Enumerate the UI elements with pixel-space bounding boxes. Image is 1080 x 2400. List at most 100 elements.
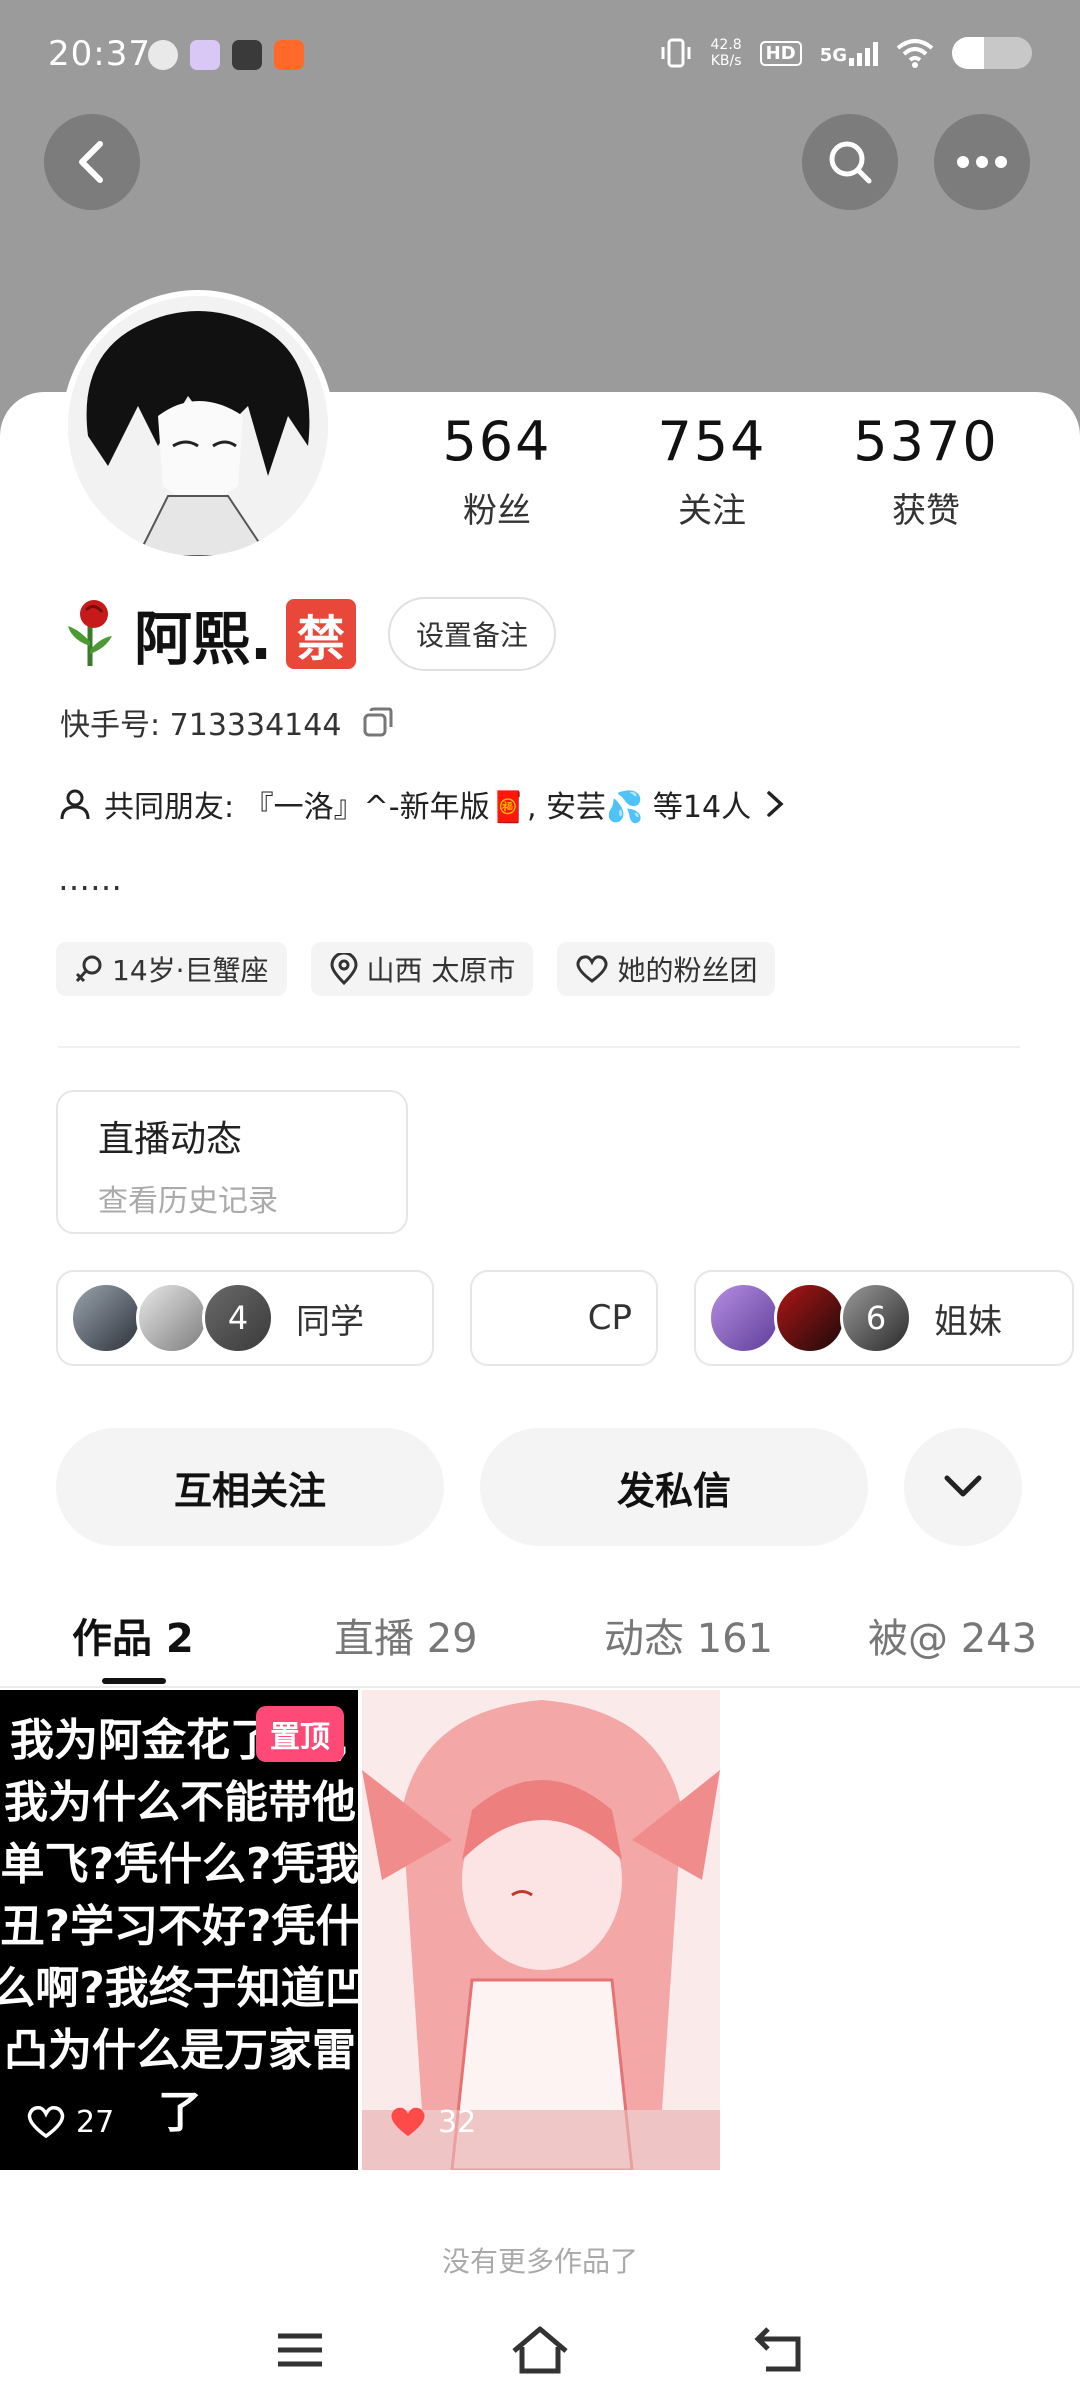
tag-fan-club-text: 她的粉丝团 [617, 954, 758, 987]
nav-back-button[interactable] [744, 2314, 816, 2386]
location-pin-icon [330, 953, 358, 985]
net-speed: 42.8 KB/s [710, 37, 742, 69]
tab-moments[interactable]: 动态 161 [604, 1606, 773, 1664]
vibrate-icon [661, 38, 690, 68]
tag-location: 山西 太原市 [310, 942, 534, 996]
work-item[interactable]: 我为阿金花了 元,我为什么不能带他单飞?凭什么?凭我丑?学习不好?凭什么啊?我终… [0, 1690, 358, 2170]
group-count: 6 [865, 1299, 887, 1337]
live-card-subtitle: 查看历史记录 [98, 1184, 278, 1219]
stat-followers[interactable]: 564 粉丝 [407, 410, 587, 532]
username: 阿熙. [134, 605, 273, 673]
app-purple-icon [190, 40, 220, 70]
work-likes: 32 [388, 2104, 476, 2140]
group-count: 4 [227, 1299, 249, 1337]
work-thumbnail [362, 1690, 720, 2170]
tab-works[interactable]: 作品 2 [72, 1606, 194, 1664]
chevron-down-icon [944, 1475, 982, 1497]
set-remark-button[interactable]: 设置备注 [388, 597, 557, 671]
content-tabs: 作品 2 直播 29 动态 161 被@ 243 [0, 1596, 1080, 1688]
group-avatar: 4 [202, 1282, 274, 1354]
tab-mentions[interactable]: 被@ 243 [868, 1606, 1037, 1664]
search-button[interactable] [802, 114, 898, 210]
rose-icon [68, 600, 112, 666]
mutual-follow-button[interactable]: 互相关注 [56, 1428, 444, 1546]
chevron-right-icon [767, 791, 784, 817]
no-more-works: 没有更多作品了 [441, 2245, 638, 2278]
stat-label: 获赞 [892, 491, 960, 531]
back-arrow-icon [754, 2327, 801, 2372]
stat-following[interactable]: 754 关注 [622, 410, 802, 532]
nav-menu-button[interactable] [264, 2314, 336, 2386]
heart-icon [576, 955, 608, 983]
tag-age-text: 14岁·巨蟹座 [112, 954, 269, 987]
stat-value: 564 [442, 410, 552, 473]
status-right: 42.8 KB/s HD 5G [659, 36, 1032, 70]
like-count: 27 [76, 2104, 115, 2140]
tag-location-text: 山西 太原市 [366, 954, 516, 987]
signal-bars-icon [849, 40, 878, 66]
app-cartoon-icon [232, 40, 262, 70]
tab-live[interactable]: 直播 29 [334, 1606, 478, 1664]
expand-button[interactable] [904, 1428, 1022, 1546]
avatar[interactable] [62, 290, 334, 562]
group-label: 姐妹 [934, 1301, 1002, 1342]
tag-age: 14岁·巨蟹座 [56, 942, 287, 996]
pinned-badge: 置顶 [256, 1706, 344, 1762]
group-label: CP [587, 1298, 632, 1338]
group-avatar [708, 1282, 780, 1354]
person-icon [60, 789, 90, 820]
copy-icon[interactable] [361, 705, 395, 739]
heart-outline-icon [27, 2105, 65, 2139]
work-likes: 27 [26, 2104, 114, 2140]
group-avatar: 6 [840, 1282, 912, 1354]
work-caption: 我为阿金花了 元,我为什么不能带他单飞?凭什么?凭我丑?学习不好?凭什么啊?我终… [0, 1715, 358, 2138]
mutual-friends-row[interactable]: 共同朋友: 『一洛』^-新年版🧧, 安芸💦 等14人 [58, 782, 787, 826]
live-card-title: 直播动态 [98, 1119, 243, 1160]
live-history-card[interactable]: 直播动态 查看历史记录 [56, 1090, 408, 1234]
bio: …… [58, 860, 122, 898]
stat-likes[interactable]: 5370 获赞 [836, 410, 1016, 532]
group-sisters[interactable]: 6 姐妹 [694, 1270, 1074, 1366]
profile-tags: 14岁·巨蟹座 山西 太原市 她的粉丝团 [56, 942, 776, 996]
wifi-icon [896, 39, 934, 68]
menu-icon [278, 2333, 322, 2367]
kuaishou-id: 快手号: 713334144 [60, 708, 342, 743]
home-icon [512, 2326, 568, 2374]
more-dots-icon [957, 156, 1007, 168]
group-avatar [136, 1282, 208, 1354]
group-label: 同学 [296, 1301, 364, 1342]
group-avatar [70, 1282, 142, 1354]
more-button[interactable] [934, 114, 1030, 210]
group-classmates[interactable]: 4 同学 [56, 1270, 434, 1366]
mutual-friends-text: 共同朋友: 『一洛』^-新年版🧧, 安芸💦 等14人 [104, 790, 752, 825]
tab-indicator [102, 1678, 166, 1684]
back-button[interactable] [44, 114, 140, 210]
notification-icons [148, 40, 304, 70]
like-count: 32 [438, 2104, 477, 2140]
kuaishou-id-row: 快手号: 713334144 [60, 700, 395, 744]
wechat-icon [148, 40, 178, 70]
tag-fan-club[interactable]: 她的粉丝团 [557, 942, 776, 996]
chevron-left-icon [79, 141, 103, 183]
group-cp[interactable]: CP [470, 1270, 658, 1366]
stat-label: 关注 [678, 491, 746, 531]
divider [58, 1046, 1020, 1048]
ban-badge: 禁 [286, 599, 357, 669]
gender-female-icon [75, 955, 102, 983]
app-orange-icon [274, 40, 304, 70]
battery-icon [952, 37, 1032, 69]
name-row: 阿熙. 禁 设置备注 [60, 592, 557, 676]
stat-value: 754 [657, 410, 767, 473]
hd-badge: HD [759, 40, 802, 66]
stat-label: 粉丝 [463, 491, 531, 531]
work-item[interactable]: 32 [362, 1690, 720, 2170]
avatar-image [68, 296, 328, 556]
heart-filled-icon [391, 2107, 425, 2137]
status-bar: 20:37 42.8 KB/s HD 5G [0, 0, 1080, 110]
signal-indicator: 5G [820, 40, 878, 66]
nav-home-button[interactable] [504, 2314, 576, 2386]
stat-value: 5370 [853, 410, 999, 473]
group-avatar [774, 1282, 846, 1354]
send-message-button[interactable]: 发私信 [480, 1428, 868, 1546]
search-icon [829, 141, 872, 184]
